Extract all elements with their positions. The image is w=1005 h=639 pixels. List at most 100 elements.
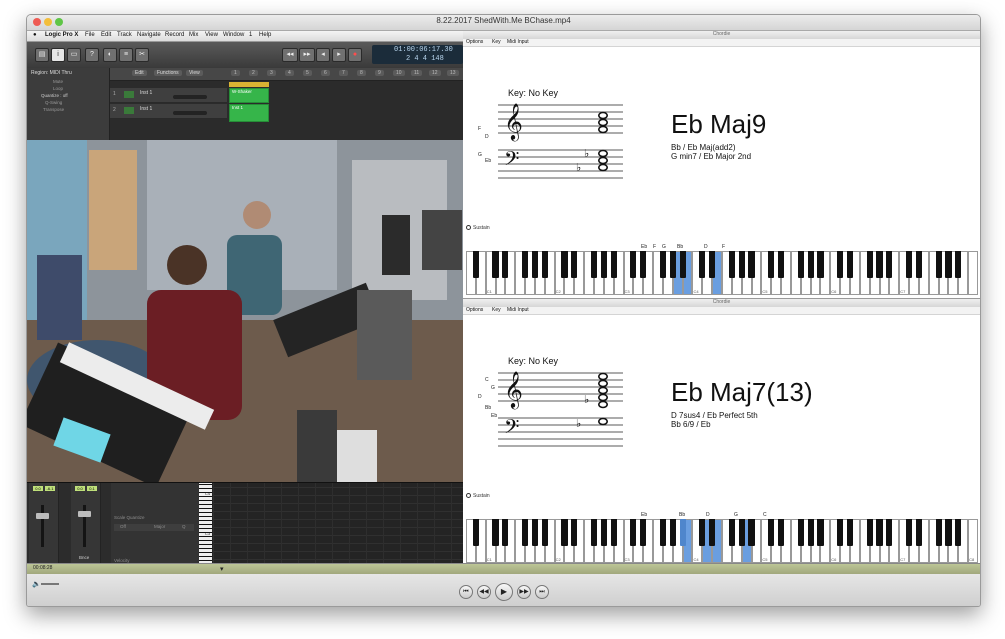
playhead-icon[interactable]: ▾ <box>220 565 224 573</box>
black-key[interactable] <box>502 519 509 546</box>
toolbar-icon[interactable]: ▭ <box>67 48 81 62</box>
library-icon[interactable]: ▤ <box>35 48 49 62</box>
black-key[interactable] <box>709 251 716 278</box>
sustain-indicator[interactable]: Sustain <box>466 225 490 231</box>
volume-slider[interactable] <box>173 111 207 115</box>
black-key[interactable] <box>768 519 775 546</box>
black-key[interactable] <box>846 251 854 278</box>
info-icon[interactable]: i <box>51 48 65 62</box>
black-key[interactable] <box>738 519 745 546</box>
inspector-row[interactable]: Quantize : off <box>41 93 68 98</box>
menu-track[interactable]: Track <box>117 32 132 38</box>
menu-record[interactable]: Record <box>165 32 184 38</box>
forward-icon[interactable]: ▸▸ <box>299 48 315 62</box>
go-to-start-icon[interactable]: ◂ <box>316 48 330 62</box>
view-menu[interactable]: View <box>186 70 203 76</box>
black-key[interactable] <box>797 251 804 278</box>
black-key[interactable] <box>866 251 873 278</box>
black-key[interactable] <box>610 251 617 278</box>
functions-menu[interactable]: Functions <box>154 70 182 76</box>
black-key[interactable] <box>876 519 883 546</box>
menu-1[interactable]: 1 <box>249 32 252 38</box>
black-key[interactable] <box>935 251 942 278</box>
black-key[interactable] <box>531 519 538 546</box>
bar-ruler[interactable]: 1 2 3 4 5 6 7 8 9 10 11 12 13 <box>228 68 463 80</box>
black-key[interactable] <box>817 251 824 278</box>
menu-help[interactable]: Help <box>259 32 271 38</box>
volume-slider[interactable] <box>173 95 207 99</box>
black-key[interactable] <box>571 251 578 278</box>
black-key[interactable] <box>955 251 962 278</box>
menu-file[interactable]: File <box>85 32 95 38</box>
q-button[interactable]: Q <box>182 524 186 529</box>
black-key[interactable] <box>659 251 666 278</box>
menu-navigate[interactable]: Navigate <box>137 32 161 38</box>
edit-menu[interactable]: Edit <box>132 70 147 76</box>
black-key[interactable] <box>866 519 873 546</box>
black-key[interactable] <box>778 519 785 546</box>
inspector-region[interactable]: Region: MIDI Thru <box>31 70 72 76</box>
menu-key[interactable]: Key <box>492 39 501 45</box>
inspector-row[interactable]: Mute <box>53 79 63 84</box>
black-key[interactable] <box>561 251 568 278</box>
black-key[interactable] <box>886 251 893 278</box>
fader-cap[interactable] <box>78 511 91 517</box>
black-key[interactable] <box>541 251 548 278</box>
menu-midi-input[interactable]: Midi Input <box>507 307 529 313</box>
fast-forward-button[interactable]: ▶▶ <box>517 585 531 599</box>
previous-button[interactable]: ⏮ <box>459 585 473 599</box>
piano-keyboard[interactable]: C1 C2 C3 C4 C5 C6 C7 C8 <box>466 519 978 563</box>
black-key[interactable] <box>600 251 607 278</box>
black-key[interactable] <box>935 519 942 546</box>
black-key[interactable] <box>945 519 952 546</box>
menu-mix[interactable]: Mix <box>189 32 198 38</box>
track-name[interactable]: Inst 1 <box>140 90 152 96</box>
black-key[interactable] <box>699 519 706 546</box>
black-key[interactable] <box>522 519 529 546</box>
smart-controls-icon[interactable]: ◐ <box>103 48 117 62</box>
menu-view[interactable]: View <box>205 32 218 38</box>
volume-icon[interactable]: 🔈 <box>32 580 41 588</box>
play-icon[interactable]: ▸ <box>332 48 346 62</box>
volume-fader[interactable] <box>41 505 44 547</box>
black-key[interactable] <box>531 251 538 278</box>
piano-keyboard[interactable]: C1 C2 C3 C4 C5 C6 C7 <box>466 251 978 295</box>
black-key[interactable] <box>837 519 844 546</box>
black-key[interactable] <box>748 519 755 546</box>
scale-quantize-control[interactable]: Off Major Q <box>114 524 194 531</box>
black-key[interactable] <box>797 519 804 546</box>
bounce-button[interactable]: Bnce <box>79 555 89 560</box>
midi-region[interactable]: Inst 1 <box>229 104 269 122</box>
track-header[interactable]: 2 Inst 1 <box>110 104 227 119</box>
black-key[interactable] <box>906 519 913 546</box>
track-name[interactable]: Inst 1 <box>140 106 152 112</box>
black-key[interactable] <box>728 519 735 546</box>
sustain-indicator[interactable]: Sustain <box>466 493 490 499</box>
black-key[interactable] <box>669 251 676 278</box>
play-button[interactable]: ▶ <box>495 583 513 601</box>
cycle-region[interactable] <box>229 82 269 87</box>
black-key[interactable] <box>561 519 568 546</box>
track-header[interactable]: 1 Inst 1 <box>110 88 227 103</box>
menu-edit[interactable]: Edit <box>101 32 111 38</box>
black-key[interactable] <box>748 251 755 278</box>
black-key[interactable] <box>571 519 578 546</box>
black-key[interactable] <box>945 251 952 278</box>
black-key[interactable] <box>906 251 913 278</box>
black-key[interactable] <box>709 519 716 546</box>
black-key[interactable] <box>837 251 844 278</box>
menu-options[interactable]: Options <box>466 307 483 313</box>
menu-window[interactable]: Window <box>223 32 244 38</box>
help-icon[interactable]: ? <box>85 48 99 62</box>
black-key[interactable] <box>915 519 922 546</box>
black-key[interactable] <box>768 251 775 278</box>
black-key[interactable] <box>640 519 647 546</box>
black-key[interactable] <box>699 251 706 278</box>
black-key[interactable] <box>955 519 962 546</box>
lcd-display[interactable]: 01:00:06:17.30 2 4 4 148 <box>372 45 463 64</box>
black-key[interactable] <box>778 251 785 278</box>
black-key[interactable] <box>600 519 607 546</box>
inspector-row[interactable]: Loop <box>53 86 63 91</box>
black-key[interactable] <box>807 519 814 546</box>
fader-cap[interactable] <box>36 513 49 519</box>
